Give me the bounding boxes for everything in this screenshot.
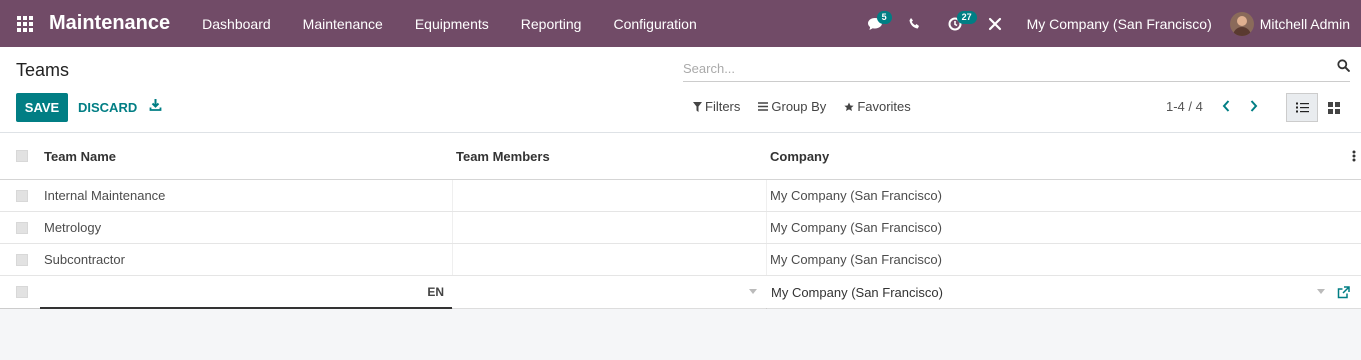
- bars-icon: [758, 102, 769, 111]
- menu-dashboard[interactable]: Dashboard: [186, 0, 287, 47]
- phone-button[interactable]: [895, 0, 935, 47]
- new-record-row[interactable]: EN My Company (San Francisco): [0, 276, 1361, 309]
- pager-previous-button[interactable]: [1221, 99, 1231, 116]
- pager-value[interactable]: 1-4 / 4: [1166, 99, 1203, 114]
- teams-table: Team Name Team Members Company Internal …: [0, 133, 1361, 309]
- page-title: Teams: [16, 60, 70, 80]
- company-cell[interactable]: My Company (San Francisco): [770, 212, 942, 243]
- table-row[interactable]: Metrology My Company (San Francisco): [0, 212, 1361, 244]
- optional-columns-icon[interactable]: [1352, 150, 1356, 162]
- menu-equipments[interactable]: Equipments: [399, 0, 505, 47]
- company-input[interactable]: My Company (San Francisco): [767, 276, 1361, 309]
- search-input[interactable]: [683, 56, 1303, 80]
- table-row[interactable]: Internal Maintenance My Company (San Fra…: [0, 180, 1361, 212]
- tools-icon: [988, 17, 1001, 30]
- messages-button[interactable]: 5: [855, 0, 895, 47]
- company-switcher[interactable]: My Company (San Francisco): [1015, 16, 1230, 32]
- apps-menu-icon[interactable]: [0, 0, 49, 47]
- table-row[interactable]: Subcontractor My Company (San Francisco): [0, 244, 1361, 276]
- chevron-left-icon: [1222, 100, 1230, 112]
- header-company[interactable]: Company: [770, 133, 829, 179]
- list-view-button[interactable]: [1286, 93, 1318, 122]
- kanban-icon: [1328, 101, 1340, 114]
- groupby-label: Group By: [771, 99, 827, 114]
- select-all-checkbox[interactable]: [16, 133, 28, 179]
- app-title[interactable]: Maintenance: [49, 12, 170, 35]
- menu-reporting[interactable]: Reporting: [505, 0, 598, 47]
- company-cell[interactable]: My Company (San Francisco): [770, 180, 942, 211]
- activities-badge: 27: [956, 11, 977, 24]
- user-menu[interactable]: Mitchell Admin: [1229, 11, 1361, 36]
- menu-configuration[interactable]: Configuration: [597, 0, 712, 47]
- row-checkbox[interactable]: [16, 244, 28, 275]
- user-name: Mitchell Admin: [1259, 15, 1350, 32]
- company-cell[interactable]: My Company (San Francisco): [770, 244, 942, 275]
- table-header: Team Name Team Members Company: [0, 133, 1361, 180]
- company-input-value: My Company (San Francisco): [771, 284, 943, 300]
- team-name-cell[interactable]: Internal Maintenance: [44, 180, 165, 211]
- discard-button[interactable]: DISCARD: [78, 93, 137, 122]
- team-members-input[interactable]: [453, 276, 766, 309]
- star-icon: [844, 102, 854, 111]
- filters-label: Filters: [705, 99, 741, 114]
- search-bar: [683, 56, 1350, 82]
- row-checkbox[interactable]: [16, 212, 28, 243]
- messages-badge: 5: [876, 11, 892, 24]
- filter-icon: [693, 101, 702, 112]
- phone-icon: [909, 18, 920, 29]
- top-navbar: Maintenance Dashboard Maintenance Equipm…: [0, 0, 1361, 47]
- download-button[interactable]: [149, 98, 162, 114]
- control-panel: Teams SAVE DISCARD Filters Group By Favo…: [0, 47, 1361, 133]
- search-options: Filters Group By Favorites: [693, 99, 911, 114]
- download-icon: [149, 99, 162, 111]
- header-team-name[interactable]: Team Name: [44, 133, 116, 179]
- kanban-view-button[interactable]: [1318, 93, 1350, 122]
- chevron-down-icon[interactable]: [1317, 289, 1325, 294]
- groupby-toggle[interactable]: Group By: [758, 99, 826, 114]
- favorites-label: Favorites: [857, 99, 911, 114]
- external-link-icon[interactable]: [1337, 286, 1350, 299]
- chevron-right-icon: [1250, 100, 1258, 112]
- chevron-down-icon[interactable]: [749, 289, 757, 294]
- team-name-cell[interactable]: Subcontractor: [44, 244, 125, 275]
- favorites-toggle[interactable]: Favorites: [844, 99, 911, 114]
- debug-tools-button[interactable]: [975, 0, 1015, 47]
- activities-button[interactable]: 27: [935, 0, 977, 47]
- menu-maintenance[interactable]: Maintenance: [287, 0, 399, 47]
- row-checkbox[interactable]: [16, 276, 28, 308]
- search-icon[interactable]: [1337, 59, 1350, 72]
- row-checkbox[interactable]: [16, 180, 28, 211]
- header-team-members[interactable]: Team Members: [456, 133, 550, 179]
- team-name-cell[interactable]: Metrology: [44, 212, 101, 243]
- pager-next-button[interactable]: [1249, 99, 1259, 116]
- team-name-input[interactable]: EN: [40, 276, 452, 309]
- save-button[interactable]: SAVE: [16, 93, 68, 122]
- translate-language-tag[interactable]: EN: [427, 285, 444, 299]
- avatar: [1229, 11, 1254, 36]
- list-icon: [1295, 102, 1309, 113]
- filters-toggle[interactable]: Filters: [693, 99, 740, 114]
